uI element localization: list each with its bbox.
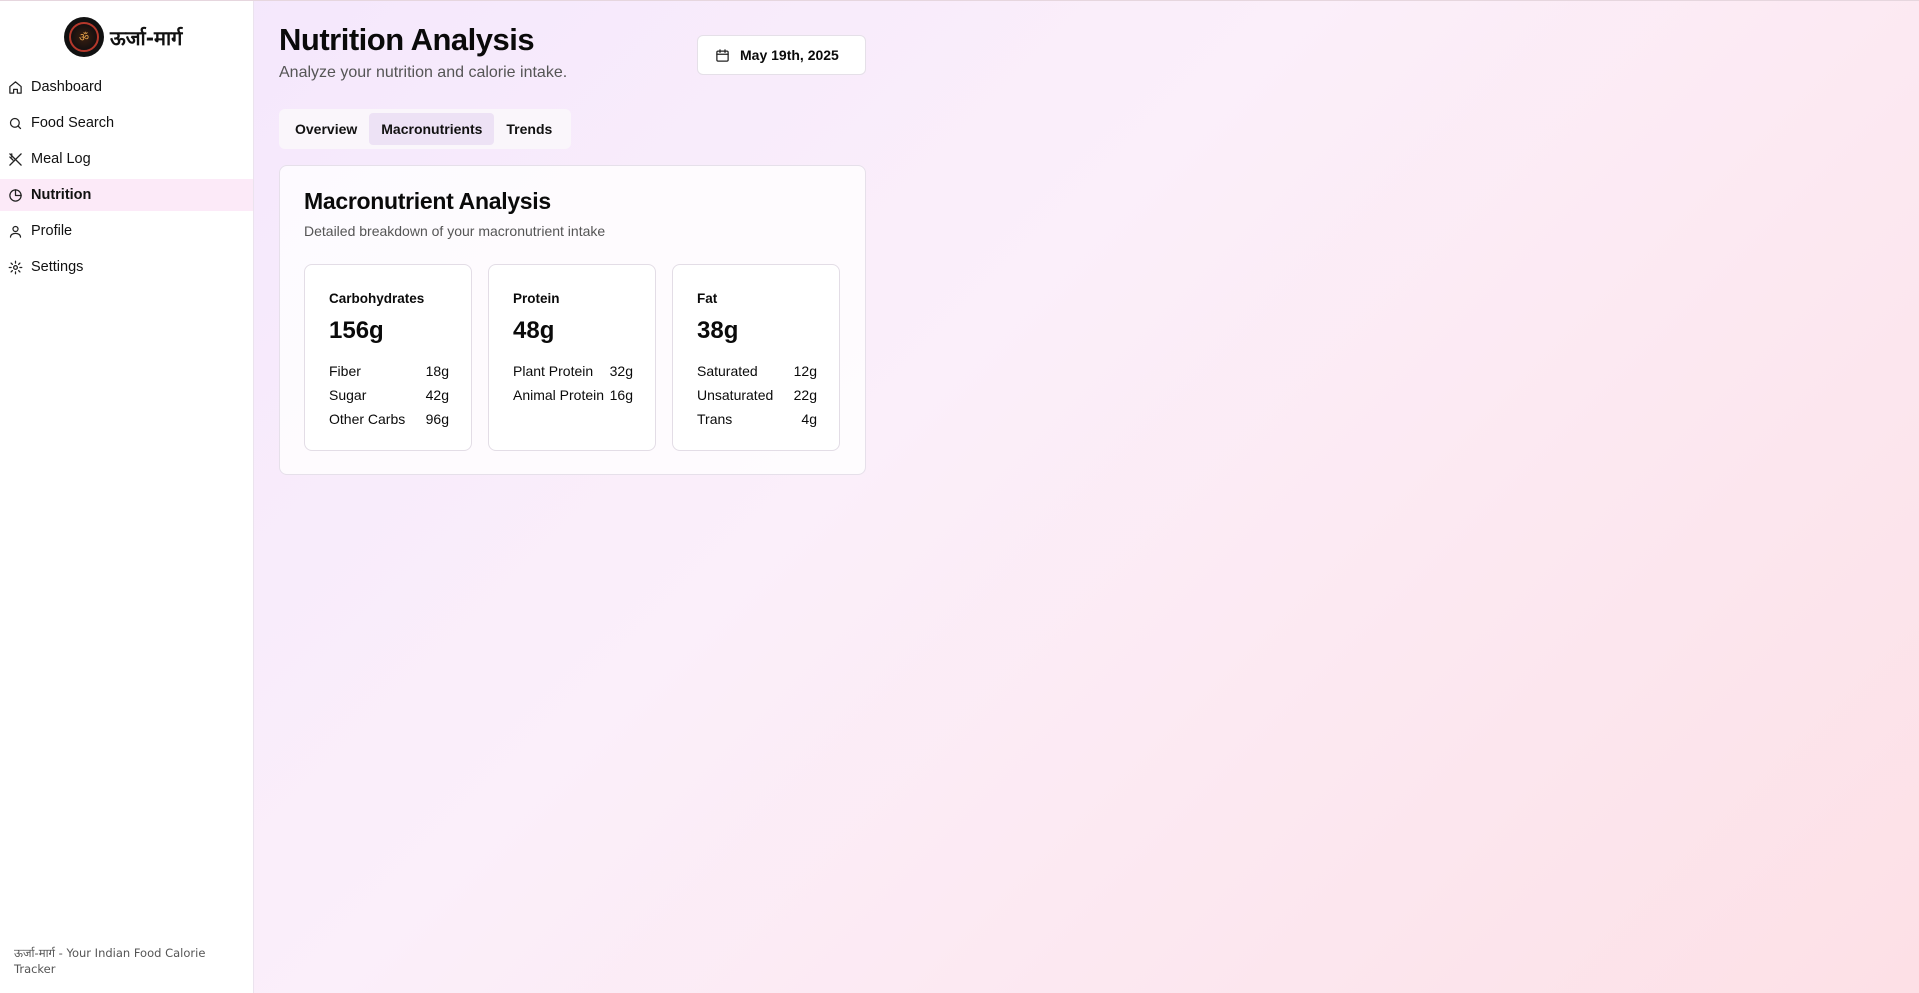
sidebar-nav: Dashboard Food Search Meal Log Nutrition… [0, 71, 253, 287]
row-label: Saturated [697, 363, 758, 379]
macro-breakdown: Saturated 12g Unsaturated 22g Trans 4g [697, 359, 817, 431]
sidebar-item-label: Dashboard [31, 79, 102, 95]
tab-list: Overview Macronutrients Trends [279, 109, 571, 149]
om-icon: ॐ [69, 22, 99, 52]
macro-breakdown: Fiber 18g Sugar 42g Other Carbs 96g [329, 359, 449, 431]
row-label: Trans [697, 411, 733, 427]
row-label: Other Carbs [329, 411, 406, 427]
list-item: Trans 4g [697, 407, 817, 431]
macro-card-carbohydrates: Carbohydrates 156g Fiber 18g Sugar 42g Oth… [304, 264, 472, 451]
logo: ॐ [64, 17, 104, 57]
tab-macronutrients[interactable]: Macronutrients [369, 113, 495, 145]
macro-total: 156g [329, 317, 384, 344]
sidebar-item-profile[interactable]: Profile [0, 215, 253, 247]
row-value: 96g [425, 411, 449, 427]
list-item: Sugar 42g [329, 383, 449, 407]
sidebar: ॐ ऊर्जा-मार्ग Dashboard Food Search Meal… [0, 1, 254, 993]
page-subtitle: Analyze your nutrition and calorie intak… [279, 64, 568, 81]
tab-trends[interactable]: Trends [494, 113, 564, 145]
row-value: 16g [609, 387, 633, 403]
card-description: Detailed breakdown of your macronutrient… [304, 223, 606, 239]
gear-icon [8, 260, 23, 274]
macro-card-protein: Protein 48g Plant Protein 32g Animal Prot… [488, 264, 656, 451]
sidebar-item-nutrition[interactable]: Nutrition [0, 179, 253, 211]
sidebar-item-settings[interactable]: Settings [0, 251, 253, 283]
sidebar-item-dashboard[interactable]: Dashboard [0, 71, 253, 103]
tab-overview[interactable]: Overview [283, 113, 369, 145]
sidebar-item-label: Settings [31, 259, 84, 275]
macro-breakdown: Plant Protein 32g Animal Protein 16g [513, 359, 633, 407]
sidebar-item-meal-log[interactable]: Meal Log [0, 143, 253, 175]
row-label: Animal Protein [513, 387, 605, 403]
list-item: Plant Protein 32g [513, 359, 633, 383]
row-label: Plant Protein [513, 363, 594, 379]
macro-total: 48g [513, 317, 555, 344]
sidebar-item-label: Profile [31, 223, 73, 239]
list-item: Fiber 18g [329, 359, 449, 383]
macro-total: 38g [697, 317, 739, 344]
list-item: Other Carbs 96g [329, 407, 449, 431]
row-value: 12g [793, 363, 817, 379]
calendar-icon [716, 48, 729, 62]
macro-card-fat: Fat 38g Saturated 12g Unsaturated 22g Tran… [672, 264, 840, 451]
brand[interactable]: ॐ ऊर्जा-मार्ग [64, 17, 182, 57]
brand-name: ऊर्जा-मार्ग [110, 25, 183, 50]
row-label: Sugar [329, 387, 367, 403]
date-label: May 19th, 2025 [740, 47, 839, 63]
user-icon [9, 225, 22, 238]
row-value: 32g [609, 363, 633, 379]
macro-name: Carbohydrates [329, 291, 425, 306]
macronutrient-card: Macronutrient Analysis Detailed breakdow… [279, 165, 866, 475]
row-value: 22g [793, 387, 817, 403]
macro-name: Fat [697, 291, 718, 306]
row-label: Fiber [329, 363, 361, 379]
utensils-icon [9, 152, 22, 166]
macro-name: Protein [513, 291, 560, 306]
page-title: Nutrition Analysis [279, 22, 535, 57]
home-icon [9, 80, 22, 94]
date-picker-button[interactable]: May 19th, 2025 [697, 35, 866, 75]
list-item: Unsaturated 22g [697, 383, 817, 407]
list-item: Saturated 12g [697, 359, 817, 383]
card-title: Macronutrient Analysis [304, 188, 551, 214]
row-value: 4g [801, 411, 817, 427]
top-border [0, 0, 1919, 1]
sidebar-item-label: Food Search [31, 115, 115, 131]
sidebar-item-label: Meal Log [31, 151, 91, 167]
sidebar-item-label: Nutrition [31, 187, 92, 203]
list-item: Animal Protein 16g [513, 383, 633, 407]
pie-chart-icon [9, 188, 22, 202]
sidebar-footer: ऊर्जा-मार्ग - Your Indian Food Calorie T… [14, 946, 206, 976]
row-label: Unsaturated [697, 387, 774, 403]
row-value: 42g [425, 387, 449, 403]
sidebar-item-food-search[interactable]: Food Search [0, 107, 253, 139]
search-icon [9, 117, 22, 129]
row-value: 18g [425, 363, 449, 379]
